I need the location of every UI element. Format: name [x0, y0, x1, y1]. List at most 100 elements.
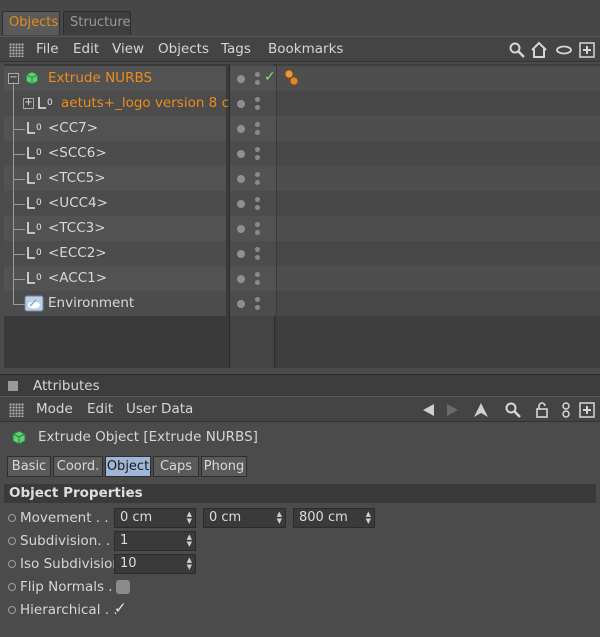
visibility-dot[interactable]: [255, 255, 260, 260]
menu-edit[interactable]: Edit: [87, 397, 113, 421]
search-icon[interactable]: [508, 41, 526, 59]
spinner-icon[interactable]: ▲ ▼: [277, 511, 282, 525]
animate-dot[interactable]: [8, 560, 16, 568]
spinner-icon[interactable]: ▲ ▼: [366, 511, 371, 525]
back-arrow-icon[interactable]: [420, 401, 438, 419]
visibility-dot[interactable]: [255, 222, 260, 227]
movement-z-field[interactable]: 800 cm ▲ ▼: [293, 508, 375, 528]
visibility-dot[interactable]: [255, 105, 260, 110]
grip-icon[interactable]: [9, 43, 24, 57]
tree-line: [13, 154, 25, 155]
attributes-title: Attributes: [33, 378, 100, 394]
up-arrow-icon[interactable]: [472, 401, 490, 419]
render-dot[interactable]: [237, 200, 245, 208]
object-row-acc1[interactable]: 0 <ACC1>: [4, 266, 226, 291]
iso-subdivision-field[interactable]: 10 ▲ ▼: [114, 554, 196, 574]
enabled-check-icon[interactable]: ✓: [264, 69, 276, 85]
tab-objects[interactable]: Objects: [2, 11, 60, 35]
node-icon[interactable]: [557, 401, 575, 419]
tab-basic[interactable]: Basic: [7, 456, 51, 477]
tab-caps[interactable]: Caps: [153, 456, 199, 477]
menu-tags[interactable]: Tags: [221, 37, 251, 61]
menu-user-data[interactable]: User Data: [126, 397, 193, 421]
grip-icon[interactable]: [9, 403, 24, 417]
tab-object[interactable]: Object: [105, 456, 151, 477]
render-dot[interactable]: [237, 250, 245, 258]
forward-arrow-icon[interactable]: [443, 401, 461, 419]
visibility-dot[interactable]: [255, 155, 260, 160]
movement-x-field[interactable]: 0 cm ▲ ▼: [114, 508, 196, 528]
home-icon[interactable]: [530, 41, 548, 59]
spinner-icon[interactable]: ▲ ▼: [187, 534, 192, 548]
new-window-icon[interactable]: [578, 41, 596, 59]
search-icon[interactable]: [504, 401, 522, 419]
visibility-dot[interactable]: [255, 272, 260, 277]
visibility-dot[interactable]: [255, 197, 260, 202]
hierarchical-checkbox[interactable]: ✓: [114, 599, 127, 617]
spinner-icon[interactable]: ▲ ▼: [187, 511, 192, 525]
movement-y-field[interactable]: 0 cm ▲ ▼: [203, 508, 286, 528]
object-row-logo[interactable]: + 0 aetuts+_logo version 8 c4d: [4, 91, 246, 116]
menu-view[interactable]: View: [112, 37, 144, 61]
object-row-cc7[interactable]: 0 <CC7>: [4, 116, 226, 141]
visibility-dot[interactable]: [255, 97, 260, 102]
render-dot[interactable]: [237, 75, 245, 83]
visibility-dot[interactable]: [255, 230, 260, 235]
render-dot[interactable]: [237, 150, 245, 158]
object-row-scc6[interactable]: 0 <SCC6>: [4, 141, 226, 166]
menu-mode[interactable]: Mode: [36, 397, 73, 421]
render-dot[interactable]: [237, 175, 245, 183]
visibility-dot[interactable]: [255, 122, 260, 127]
visibility-dot[interactable]: [255, 205, 260, 210]
animate-dot[interactable]: [8, 606, 16, 614]
spinner-icon[interactable]: ▲ ▼: [187, 557, 192, 571]
new-window-icon[interactable]: [578, 401, 596, 419]
svg-text:0: 0: [36, 223, 42, 233]
tab-phong[interactable]: Phong: [201, 456, 247, 477]
visibility-dot[interactable]: [255, 72, 260, 77]
phong-tag-icon[interactable]: [283, 68, 301, 88]
render-dot[interactable]: [237, 100, 245, 108]
animate-dot[interactable]: [8, 514, 16, 522]
visibility-dot[interactable]: [255, 180, 260, 185]
field-value: 0 cm: [209, 510, 242, 525]
visibility-dot[interactable]: [255, 147, 260, 152]
render-dot[interactable]: [237, 225, 245, 233]
object-row-environment[interactable]: Environment: [4, 291, 226, 316]
flip-normals-checkbox[interactable]: [116, 580, 130, 594]
expand-toggle[interactable]: +: [23, 98, 34, 109]
menu-objects[interactable]: Objects: [158, 37, 209, 61]
object-row-extrude[interactable]: − Extrude NURBS: [4, 66, 226, 91]
lock-icon[interactable]: [533, 401, 551, 419]
visibility-dot[interactable]: [255, 297, 260, 302]
menu-edit[interactable]: Edit: [73, 37, 99, 61]
visibility-dot[interactable]: [255, 172, 260, 177]
objects-menubar: File Edit View Objects Tags Bookmarks: [0, 36, 600, 62]
object-name: <SCC6>: [48, 145, 107, 161]
menu-file[interactable]: File: [36, 37, 59, 61]
flag-row: [230, 166, 276, 191]
object-row-tcc5[interactable]: 0 <TCC5>: [4, 166, 226, 191]
visibility-dot[interactable]: [255, 130, 260, 135]
render-dot[interactable]: [237, 125, 245, 133]
visibility-dot[interactable]: [255, 280, 260, 285]
eye-icon[interactable]: [555, 41, 573, 59]
object-row-ecc2[interactable]: 0 <ECC2>: [4, 241, 226, 266]
animate-dot[interactable]: [8, 583, 16, 591]
visibility-dot[interactable]: [255, 247, 260, 252]
object-row-ucc4[interactable]: 0 <UCC4>: [4, 191, 226, 216]
render-dot[interactable]: [237, 275, 245, 283]
tab-structure[interactable]: Structure: [63, 11, 131, 35]
tag-row: [277, 141, 600, 166]
menu-bookmarks[interactable]: Bookmarks: [268, 37, 343, 61]
panel-square-icon[interactable]: [8, 381, 18, 391]
object-name: <ACC1>: [48, 270, 108, 286]
visibility-dot[interactable]: [255, 80, 260, 85]
property-label: Subdivision. . .: [20, 533, 119, 549]
visibility-dot[interactable]: [255, 305, 260, 310]
subdivision-field[interactable]: 1 ▲ ▼: [114, 531, 196, 551]
object-row-tcc3[interactable]: 0 <TCC3>: [4, 216, 226, 241]
tab-coord[interactable]: Coord.: [53, 456, 103, 477]
animate-dot[interactable]: [8, 537, 16, 545]
render-dot[interactable]: [237, 300, 245, 308]
